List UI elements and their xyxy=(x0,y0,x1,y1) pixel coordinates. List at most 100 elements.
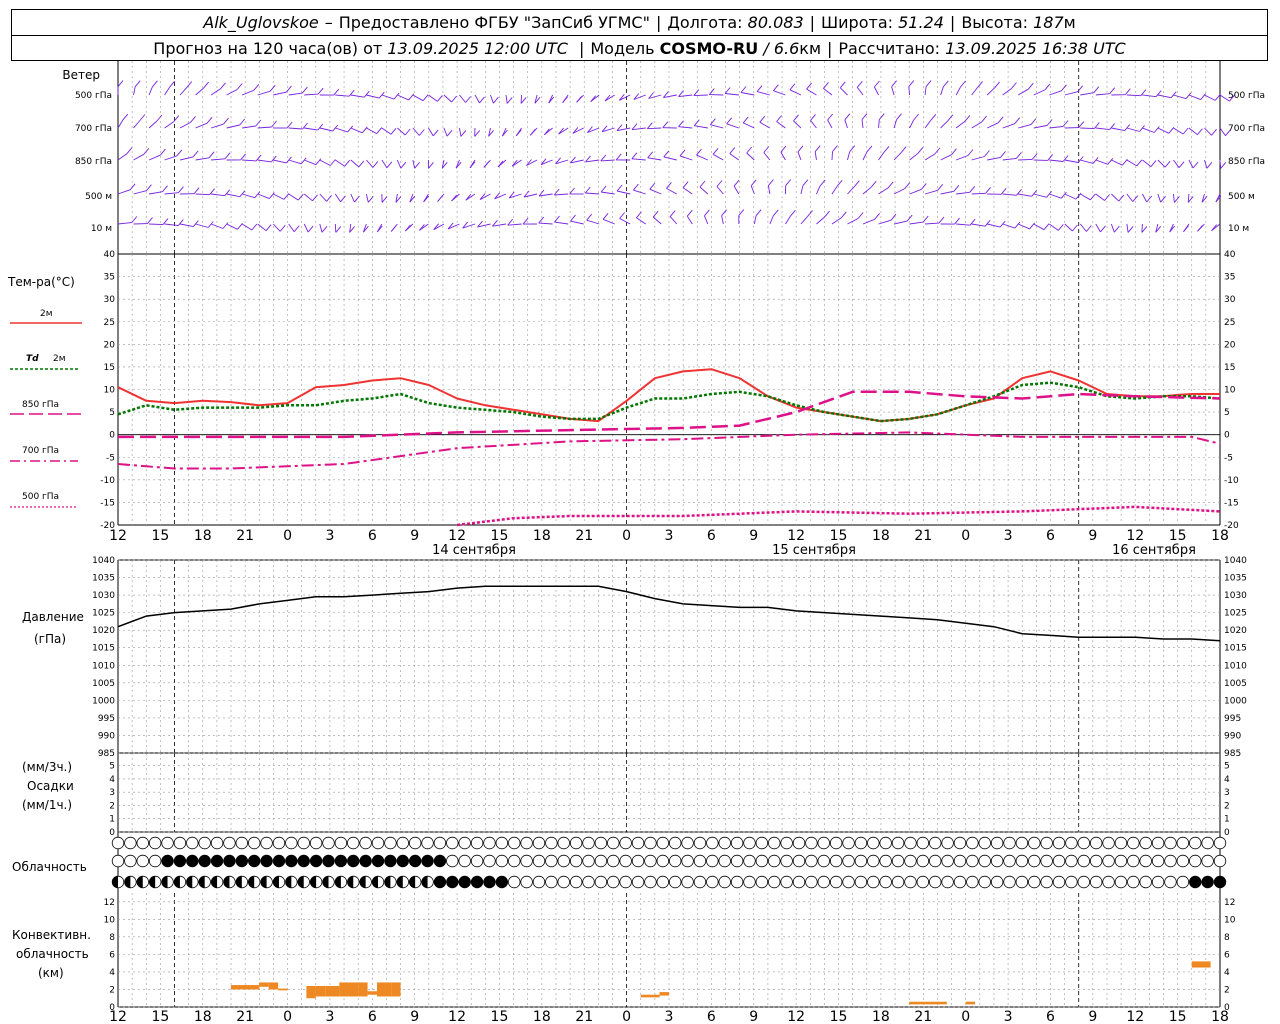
cloud-cover-upper-icon xyxy=(953,836,967,850)
cloud-half-fill xyxy=(409,876,416,888)
cloud-cover-middle-icon xyxy=(334,854,348,868)
wind-barb-flag xyxy=(1078,121,1085,128)
conv-cloud-bar xyxy=(259,982,269,987)
wind-barb-staff xyxy=(694,125,708,129)
wind-barb-staff xyxy=(1002,88,1012,96)
wind-barb-flag xyxy=(1220,162,1227,169)
pressure-tick-right: 1005 xyxy=(1224,679,1247,689)
hour-tick-label-bottom: 0 xyxy=(283,1009,292,1024)
wind-barb-staff xyxy=(304,93,319,96)
wind-barb-flag xyxy=(1077,85,1084,92)
wind-barb-staff xyxy=(924,189,938,195)
wind-barb-staff xyxy=(769,215,774,225)
cloud-cover-middle-icon xyxy=(1201,854,1214,868)
temp-tick-left: -10 xyxy=(100,476,115,486)
wind-barb-staff xyxy=(733,185,740,195)
wind-barb-staff xyxy=(909,152,919,161)
wind-barb-flag xyxy=(1047,154,1054,161)
conv-tick-left: 0 xyxy=(109,1003,115,1013)
cloud-cover-upper-icon xyxy=(272,836,286,850)
cloud-cover-upper-icon xyxy=(408,836,422,850)
hour-tick-label: 9 xyxy=(749,528,758,544)
pressure-tick-left: 1035 xyxy=(92,574,115,584)
wind-barb-staff xyxy=(474,94,480,104)
wind-barb-flag xyxy=(584,186,591,194)
wind-barb-staff xyxy=(164,155,177,161)
cloud-cover-middle-icon xyxy=(780,854,793,868)
wind-barb-staff xyxy=(816,216,825,225)
wind-barb-staff xyxy=(631,158,646,161)
cloud-cover-lower-icon xyxy=(1151,875,1165,889)
wind-barb-staff xyxy=(678,126,693,129)
wind-level-500hpa: 500 гПа xyxy=(75,91,112,101)
temp-tick-left: 30 xyxy=(104,295,116,305)
pressure-tick-left: 1020 xyxy=(92,626,115,636)
wind-barb-staff xyxy=(785,215,791,225)
wind-barb-staff xyxy=(636,217,646,225)
cloud-cover-middle-icon xyxy=(644,854,657,868)
wind-barb-staff xyxy=(663,156,677,161)
wind-barb-staff xyxy=(925,222,940,225)
wind-barb-flag xyxy=(251,223,258,231)
wind-barb-staff xyxy=(716,186,724,195)
wind-barb-staff xyxy=(288,92,303,96)
wind-barb-flag xyxy=(883,146,890,153)
hour-tick-label: 6 xyxy=(368,528,377,544)
hour-tick-label-bottom: 9 xyxy=(410,1009,419,1024)
cloud-cover-upper-icon xyxy=(718,836,731,850)
wind-barb-flag xyxy=(878,113,885,120)
cloud-cover-lower-icon xyxy=(891,875,905,889)
wind-barb-staff xyxy=(1064,223,1073,232)
wind-barb-staff xyxy=(226,124,240,129)
wind-barb-flag xyxy=(981,115,987,123)
wind-barb-flag xyxy=(896,113,902,120)
cloud-cover-middle-icon xyxy=(1139,854,1152,868)
wind-barb-flag xyxy=(806,82,812,90)
cloud-cover-lower-icon xyxy=(706,875,719,889)
wind-barb-staff xyxy=(319,223,323,233)
wind-barb-staff xyxy=(1111,127,1125,132)
temp-tick-left: 10 xyxy=(104,386,116,396)
cloud-half-fill xyxy=(297,876,304,888)
cloud-cover-upper-icon xyxy=(1077,836,1090,850)
wind-barb-flag xyxy=(1104,194,1110,201)
cloud-cover-upper-icon xyxy=(1201,836,1214,850)
wind-barb-staff xyxy=(479,193,491,200)
wind-barb-staff xyxy=(554,221,569,225)
hour-tick-label-bottom: 12 xyxy=(787,1009,805,1024)
wind-barb-staff xyxy=(619,218,631,225)
wind-barb-staff xyxy=(878,187,889,195)
wind-barb-flag xyxy=(376,127,383,134)
cloud-cover-lower-icon xyxy=(1127,875,1140,889)
wind-barb-flag xyxy=(844,113,851,121)
wind-barb-staff xyxy=(839,87,848,96)
cloud-cover-upper-icon xyxy=(829,836,843,850)
wind-barb-staff xyxy=(800,185,804,195)
wind-barb-flag xyxy=(522,217,529,225)
conv-tick-left: 2 xyxy=(109,985,115,995)
precip-tick-right: 0 xyxy=(1224,828,1230,838)
cloud-cover-middle-icon xyxy=(730,854,744,868)
wind-barb-staff xyxy=(924,153,936,161)
wind-barb-staff xyxy=(586,219,600,225)
cloud-cover-upper-icon xyxy=(792,836,806,850)
cloud-cover-lower-icon xyxy=(966,875,979,889)
cloud-cover-middle-icon xyxy=(631,854,645,868)
wind-barb-staff xyxy=(1080,159,1094,164)
wind-barb-staff xyxy=(117,222,132,225)
wind-barb-flag xyxy=(985,187,991,194)
wind-barb-flag xyxy=(839,81,846,89)
cloud-cover-lower-icon xyxy=(545,875,558,889)
cloud-cover-middle-icon xyxy=(260,854,273,868)
wind-barb-staff xyxy=(412,127,420,136)
wind-barb-staff xyxy=(397,127,406,136)
wind-barb-flag xyxy=(646,122,653,129)
cloud-cover-upper-icon xyxy=(1114,836,1128,850)
cloud-cover-lower-icon xyxy=(1213,875,1227,889)
cloud-cover-upper-icon xyxy=(1065,836,1078,850)
cloud-cover-upper-icon xyxy=(136,836,149,850)
temp-tick-left: 35 xyxy=(104,273,115,283)
wind-barb-flag xyxy=(790,209,796,217)
cloud-cover-middle-icon xyxy=(953,854,967,868)
cloud-cover-middle-icon xyxy=(755,854,769,868)
